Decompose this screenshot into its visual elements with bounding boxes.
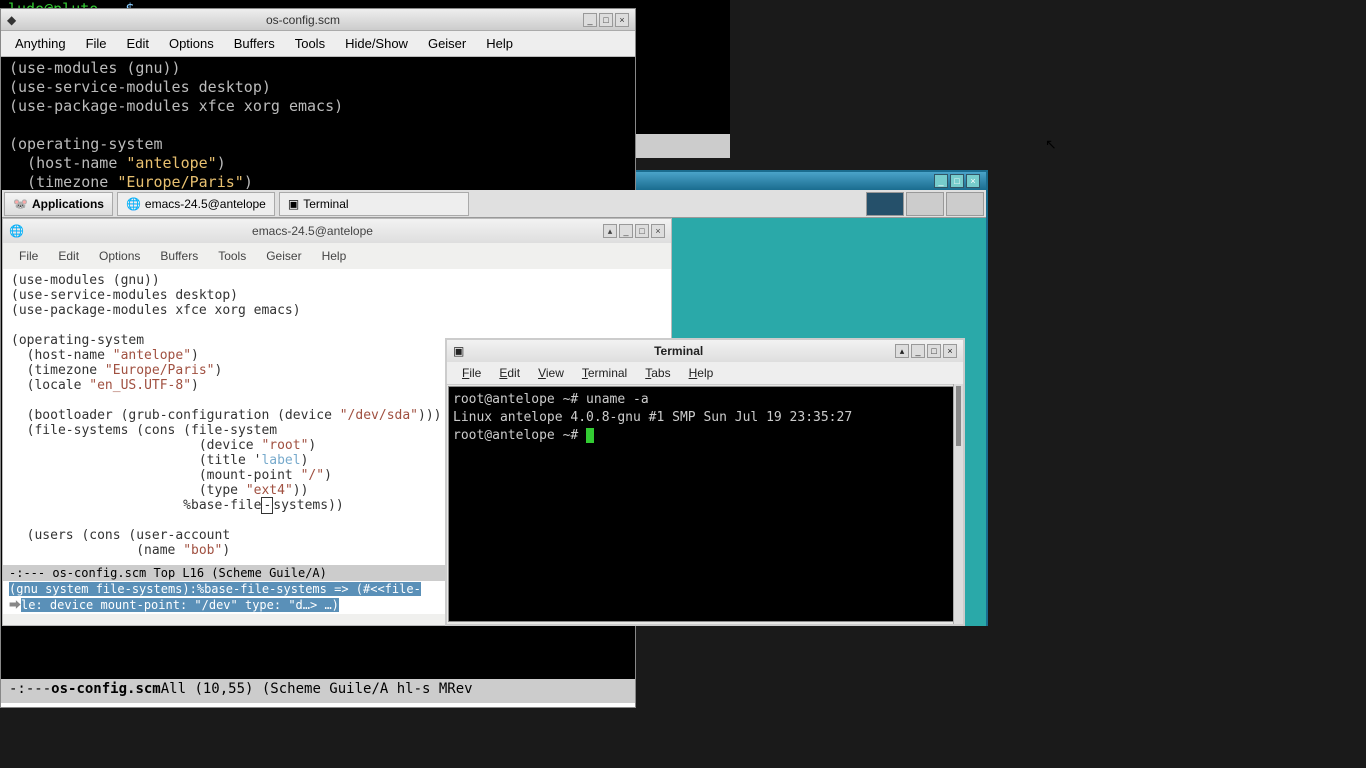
taskbar-item-emacs[interactable]: 🌐 emacs-24.5@antelope [117, 192, 275, 216]
tray-box[interactable] [946, 192, 984, 216]
guest-terminal-title: Terminal [464, 344, 893, 358]
menu-item-buffers[interactable]: Buffers [150, 245, 208, 267]
modeline-position: All (10,55) (Scheme Guile/A hl-s MRev [161, 681, 473, 701]
minimize-button[interactable]: _ [583, 13, 597, 27]
menu-item-terminal[interactable]: Terminal [573, 364, 636, 382]
menu-item-edit[interactable]: Edit [117, 33, 159, 54]
menu-item-tabs[interactable]: Tabs [636, 364, 679, 382]
menu-item-tools[interactable]: Tools [285, 33, 335, 54]
minibuffer-line2: le: device mount-point: "/dev" type: "d…… [21, 598, 339, 612]
mouse-icon: 🐭 [13, 197, 28, 211]
menu-item-geiser[interactable]: Geiser [256, 245, 311, 267]
guest-terminal-window: ▣ Terminal ▴ _ □ × FileEditViewTerminalT… [445, 338, 965, 626]
close-button[interactable]: × [651, 224, 665, 238]
menu-item-edit[interactable]: Edit [490, 364, 529, 382]
minimize-button[interactable]: _ [911, 344, 925, 358]
terminal-icon: ▣ [288, 197, 299, 211]
guest-terminal-menubar: FileEditViewTerminalTabsHelp [447, 362, 963, 385]
minimize-button[interactable]: _ [934, 174, 948, 188]
close-button[interactable]: × [966, 174, 980, 188]
taskbar-tray [866, 192, 986, 216]
guest-taskbar: 🐭 Applications 🌐 emacs-24.5@antelope ▣ T… [2, 190, 986, 218]
modeline-filename: os-config.scm [51, 681, 161, 701]
menu-item-help[interactable]: Help [476, 33, 523, 54]
menu-item-tools[interactable]: Tools [208, 245, 256, 267]
qemu-guest-desktop[interactable]: 🐭 Applications 🌐 emacs-24.5@antelope ▣ T… [2, 190, 986, 626]
maximize-button[interactable]: □ [599, 13, 613, 27]
menu-item-help[interactable]: Help [680, 364, 723, 382]
terminal-icon: ▣ [453, 344, 464, 358]
rollup-button[interactable]: ▴ [895, 344, 909, 358]
menu-item-file[interactable]: File [9, 245, 48, 267]
menu-item-file[interactable]: File [76, 33, 117, 54]
terminal-scrollbar[interactable] [953, 384, 963, 624]
menu-item-edit[interactable]: Edit [48, 245, 89, 267]
close-button[interactable]: × [943, 344, 957, 358]
minibuffer-line1: (gnu system file-systems):%base-file-sys… [9, 582, 421, 596]
emacs-icon: ◆ [7, 13, 21, 27]
workspace-switcher[interactable] [866, 192, 904, 216]
guest-terminal-content[interactable]: root@antelope ~# uname -a Linux antelope… [448, 386, 962, 622]
qemu-window: ◉ QEMU _ □ × 🐭 Applications 🌐 emacs-24.5… [0, 170, 988, 626]
menu-item-buffers[interactable]: Buffers [224, 33, 285, 54]
host-emacs-title: os-config.scm [25, 13, 581, 27]
menu-item-anything[interactable]: Anything [5, 33, 76, 54]
menu-item-help[interactable]: Help [312, 245, 357, 267]
guest-emacs-titlebar[interactable]: 🌐 emacs-24.5@antelope ▴ _ □ × [3, 219, 671, 243]
menu-item-geiser[interactable]: Geiser [418, 33, 476, 54]
mouse-cursor-icon: ↖ [1045, 136, 1057, 153]
applications-menu-button[interactable]: 🐭 Applications [4, 192, 113, 216]
tray-box[interactable] [906, 192, 944, 216]
menu-item-file[interactable]: File [453, 364, 490, 382]
taskbar-item-label: Terminal [303, 197, 348, 211]
maximize-button[interactable]: □ [635, 224, 649, 238]
guest-terminal-titlebar[interactable]: ▣ Terminal ▴ _ □ × [447, 340, 963, 362]
globe-icon: 🌐 [9, 224, 24, 238]
maximize-button[interactable]: □ [927, 344, 941, 358]
menu-item-hide-show[interactable]: Hide/Show [335, 33, 418, 54]
globe-icon: 🌐 [126, 197, 141, 211]
taskbar-item-label: emacs-24.5@antelope [145, 197, 266, 211]
host-emacs-modeline: -:--- os-config.scm All (10,55) (Scheme … [1, 679, 635, 703]
menu-item-view[interactable]: View [529, 364, 573, 382]
maximize-button[interactable]: □ [950, 174, 964, 188]
rollup-button[interactable]: ▴ [603, 224, 617, 238]
menu-item-options[interactable]: Options [159, 33, 224, 54]
guest-emacs-menubar: FileEditOptionsBuffersToolsGeiserHelp [3, 243, 671, 269]
host-emacs-menubar: AnythingFileEditOptionsBuffersToolsHide/… [1, 31, 635, 57]
guest-emacs-title: emacs-24.5@antelope [24, 224, 601, 238]
host-emacs-titlebar[interactable]: ◆ os-config.scm _ □ × [1, 9, 635, 31]
menu-item-options[interactable]: Options [89, 245, 150, 267]
close-button[interactable]: × [615, 13, 629, 27]
applications-label: Applications [32, 197, 104, 211]
minibuffer-arrow-icon: ⮕ [9, 598, 21, 612]
modeline-status: -:--- [9, 681, 51, 701]
taskbar-item-terminal[interactable]: ▣ Terminal [279, 192, 469, 216]
minimize-button[interactable]: _ [619, 224, 633, 238]
